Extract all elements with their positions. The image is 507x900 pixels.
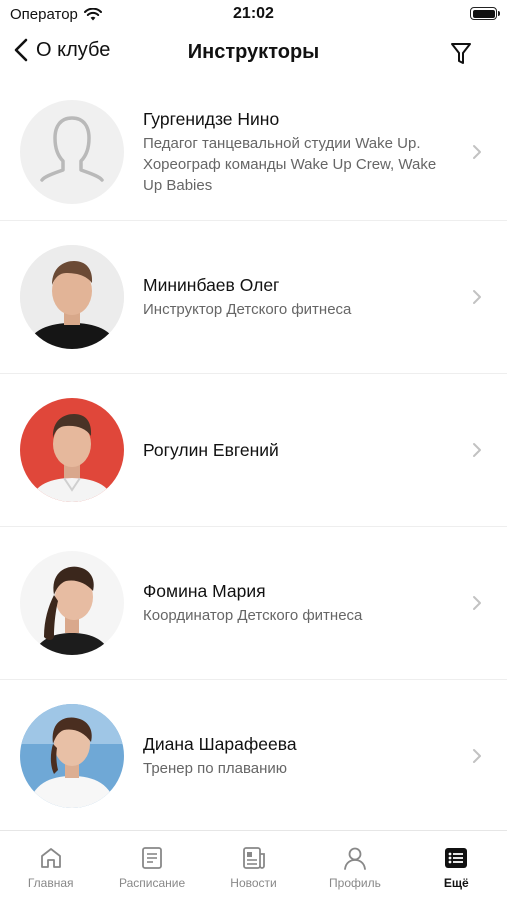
instructor-info: Мининбаев Олег Инструктор Детского фитне… bbox=[143, 274, 457, 320]
tab-bar: Главная Расписание Новости Профиль Ещё bbox=[0, 830, 507, 900]
chevron-left-icon bbox=[14, 38, 28, 62]
tab-more-label: Ещё bbox=[443, 876, 469, 890]
avatar-photo bbox=[20, 398, 124, 502]
avatar bbox=[20, 704, 124, 808]
status-bar: Оператор 21:02 bbox=[0, 0, 507, 30]
avatar-photo bbox=[20, 704, 124, 808]
instructor-description: Педагог танцевальной студии Wake Up. Хор… bbox=[143, 135, 437, 194]
nav-bar: О клубе Инструкторы bbox=[0, 30, 507, 78]
instructor-name: Гургенидзе Нино bbox=[143, 109, 280, 129]
instructor-row[interactable]: Фомина Мария Координатор Детского фитнес… bbox=[0, 527, 507, 680]
tab-schedule-label: Расписание bbox=[119, 876, 186, 890]
instructor-row[interactable]: Гургенидзе Нино Педагог танцевальной сту… bbox=[0, 84, 507, 221]
instructor-info: Рогулин Евгений bbox=[143, 439, 457, 461]
instructor-name: Мининбаев Олег bbox=[143, 275, 280, 295]
avatar-photo bbox=[20, 245, 124, 349]
tab-news-label: Новости bbox=[230, 876, 277, 890]
filter-icon bbox=[451, 43, 471, 64]
instructor-description: Тренер по плаванию bbox=[143, 760, 288, 777]
chevron-right-icon bbox=[473, 290, 481, 304]
instructor-name: Рогулин Евгений bbox=[143, 440, 279, 460]
battery-icon bbox=[470, 7, 500, 20]
tab-schedule[interactable]: Расписание bbox=[101, 831, 202, 900]
chevron-right-icon bbox=[473, 145, 481, 159]
instructor-name: Фомина Мария bbox=[143, 581, 266, 601]
back-button[interactable]: О клубе bbox=[14, 38, 110, 62]
instructor-row[interactable]: Мининбаев Олег Инструктор Детского фитне… bbox=[0, 221, 507, 374]
news-icon bbox=[242, 847, 265, 869]
tab-profile-label: Профиль bbox=[329, 876, 381, 890]
chevron-right-icon bbox=[473, 596, 481, 610]
person-placeholder-icon bbox=[40, 116, 104, 182]
tab-more[interactable]: Ещё bbox=[406, 831, 507, 900]
instructor-row[interactable]: Диана Шарафеева Тренер по плаванию bbox=[0, 680, 507, 833]
back-label: О клубе bbox=[36, 38, 111, 61]
schedule-icon bbox=[142, 847, 163, 869]
chevron-right-icon bbox=[473, 443, 481, 457]
instructor-description: Инструктор Детского фитнеса bbox=[143, 301, 352, 318]
profile-icon bbox=[344, 847, 366, 870]
more-icon bbox=[445, 848, 468, 868]
avatar bbox=[20, 245, 124, 349]
instructor-info: Гургенидзе Нино Педагог танцевальной сту… bbox=[143, 108, 457, 196]
tab-home-label: Главная bbox=[27, 876, 74, 890]
instructor-info: Диана Шарафеева Тренер по плаванию bbox=[143, 733, 457, 779]
home-icon bbox=[40, 848, 61, 868]
tab-home[interactable]: Главная bbox=[0, 831, 101, 900]
instructor-info: Фомина Мария Координатор Детского фитнес… bbox=[143, 580, 457, 626]
avatar-photo bbox=[20, 551, 124, 655]
instructor-row[interactable]: Рогулин Евгений bbox=[0, 374, 507, 527]
avatar-placeholder bbox=[20, 100, 124, 204]
avatar bbox=[20, 398, 124, 502]
tab-news[interactable]: Новости bbox=[203, 831, 304, 900]
tab-profile[interactable]: Профиль bbox=[304, 831, 405, 900]
instructor-name: Диана Шарафеева bbox=[143, 734, 297, 754]
instructor-description: Координатор Детского фитнеса bbox=[143, 607, 363, 624]
status-time: 21:02 bbox=[233, 5, 274, 22]
chevron-right-icon bbox=[473, 749, 481, 763]
filter-button[interactable] bbox=[445, 38, 477, 70]
avatar bbox=[20, 551, 124, 655]
instructor-list: Гургенидзе Нино Педагог танцевальной сту… bbox=[0, 84, 507, 833]
